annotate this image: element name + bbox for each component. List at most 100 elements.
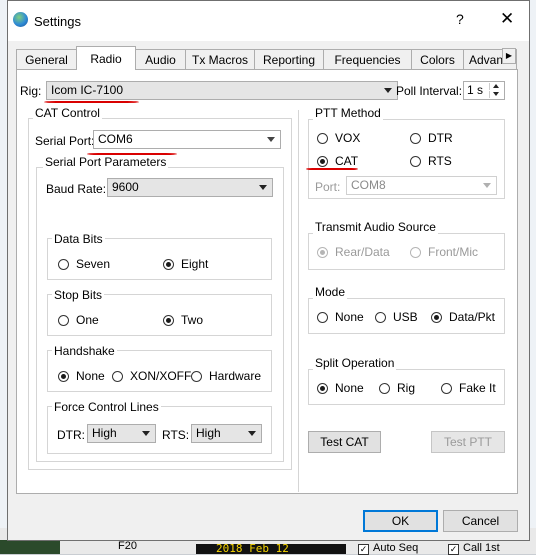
ptt-port-select[interactable]: COM8 bbox=[346, 176, 497, 195]
ptt-vox-radio[interactable]: VOX bbox=[317, 131, 360, 145]
spin-up-icon[interactable] bbox=[489, 83, 503, 90]
radio-label: Hardware bbox=[209, 369, 262, 383]
radio-label: RTS bbox=[428, 154, 452, 168]
background-f20-label: F20 bbox=[118, 540, 137, 552]
chevron-down-icon bbox=[259, 185, 267, 190]
split-title: Split Operation bbox=[313, 356, 397, 370]
tx-audio-front-radio[interactable]: Front/Mic bbox=[410, 245, 478, 259]
radio-label: VOX bbox=[335, 131, 361, 145]
radio-label: Rear/Data bbox=[335, 245, 390, 259]
tab-reporting[interactable]: Reporting bbox=[254, 49, 324, 69]
annotation-underline-ptt bbox=[306, 168, 358, 170]
radio-label: Fake It bbox=[459, 381, 496, 395]
radio-label: None bbox=[76, 369, 105, 383]
mode-none-radio[interactable]: None bbox=[317, 310, 364, 324]
ptt-port-label: Port: bbox=[315, 180, 341, 194]
ptt-dtr-radio[interactable]: DTR bbox=[410, 131, 453, 145]
poll-interval-value: 1 s bbox=[467, 83, 484, 97]
cat-control-title: CAT Control bbox=[33, 106, 102, 120]
stop-bits-one-radio[interactable]: One bbox=[58, 313, 99, 327]
tab-frequencies[interactable]: Frequencies bbox=[323, 49, 412, 69]
radio-label: Front/Mic bbox=[428, 245, 479, 259]
tx-audio-rear-radio[interactable]: Rear/Data bbox=[317, 245, 390, 259]
test-ptt-button[interactable]: Test PTT bbox=[431, 431, 505, 453]
title-bar: Settings ? ✕ bbox=[8, 1, 529, 41]
ok-button[interactable]: OK bbox=[363, 510, 438, 532]
tab-general[interactable]: General bbox=[16, 49, 77, 69]
chevron-down-icon bbox=[384, 88, 392, 93]
close-icon[interactable]: ✕ bbox=[500, 9, 514, 29]
data-bits-title: Data Bits bbox=[52, 232, 105, 246]
radio-label: Two bbox=[181, 313, 204, 327]
chevron-down-icon bbox=[248, 431, 256, 436]
handshake-hardware-radio[interactable]: Hardware bbox=[191, 369, 261, 383]
handshake-xonxoff-radio[interactable]: XON/XOFF bbox=[112, 369, 191, 383]
serial-port-value: COM6 bbox=[98, 132, 133, 146]
baud-rate-label: Baud Rate: bbox=[46, 182, 107, 196]
radio-label: One bbox=[76, 313, 99, 327]
spin-down-icon[interactable] bbox=[489, 91, 503, 98]
radio-label: USB bbox=[393, 310, 418, 324]
ptt-method-title: PTT Method bbox=[313, 106, 383, 120]
data-bits-seven-radio[interactable]: Seven bbox=[58, 257, 110, 271]
rig-value: Icom IC-7100 bbox=[51, 83, 124, 97]
ptt-rts-radio[interactable]: RTS bbox=[410, 154, 452, 168]
mode-title: Mode bbox=[313, 285, 348, 299]
background-call-1st-checkbox[interactable]: ✓ Call 1st bbox=[448, 542, 500, 555]
tab-tx-macros[interactable]: Tx Macros bbox=[185, 49, 255, 69]
cancel-button[interactable]: Cancel bbox=[443, 510, 518, 532]
dtr-label: DTR: bbox=[57, 428, 85, 442]
background-waterfall bbox=[0, 540, 60, 554]
chevron-down-icon bbox=[267, 137, 275, 142]
ptt-port-value: COM8 bbox=[351, 178, 386, 192]
baud-rate-value: 9600 bbox=[112, 180, 139, 194]
baud-rate-select[interactable]: 9600 bbox=[107, 178, 273, 197]
background-app-edge-right bbox=[530, 0, 536, 554]
serial-port-select[interactable]: COM6 bbox=[93, 130, 281, 149]
settings-dialog: Settings ? ✕ General Radio Audio Tx Macr… bbox=[7, 0, 530, 541]
background-auto-seq-checkbox[interactable]: ✓ Auto Seq bbox=[358, 542, 418, 555]
tab-audio[interactable]: Audio bbox=[135, 49, 186, 69]
force-control-title: Force Control Lines bbox=[52, 400, 161, 414]
vertical-divider bbox=[298, 110, 299, 492]
tab-scroll-right-icon[interactable]: ▶ bbox=[502, 48, 516, 64]
radio-label: XON/XOFF bbox=[130, 369, 192, 383]
mode-usb-radio[interactable]: USB bbox=[375, 310, 418, 324]
serial-port-label: Serial Port: bbox=[35, 134, 95, 148]
help-button[interactable]: ? bbox=[456, 11, 464, 27]
ptt-cat-radio[interactable]: CAT bbox=[317, 154, 358, 168]
serial-params-title: Serial Port Parameters bbox=[43, 155, 169, 169]
rts-select[interactable]: High bbox=[191, 424, 262, 443]
call-1st-label: Call 1st bbox=[463, 542, 500, 554]
radio-tab-panel: Rig: Icom IC-7100 Poll Interval: 1 s CAT… bbox=[16, 69, 518, 494]
rig-label: Rig: bbox=[20, 84, 42, 98]
rts-label: RTS: bbox=[162, 428, 190, 442]
split-none-radio[interactable]: None bbox=[317, 381, 364, 395]
radio-label: DTR bbox=[428, 131, 453, 145]
split-rig-radio[interactable]: Rig bbox=[379, 381, 415, 395]
tab-colors[interactable]: Colors bbox=[411, 49, 464, 69]
handshake-title: Handshake bbox=[52, 344, 117, 358]
stop-bits-title: Stop Bits bbox=[52, 288, 105, 302]
dialog-title: Settings bbox=[34, 14, 81, 29]
auto-seq-label: Auto Seq bbox=[373, 542, 419, 554]
radio-label: Rig bbox=[397, 381, 416, 395]
dtr-value: High bbox=[92, 426, 117, 440]
poll-interval-spinner[interactable]: 1 s bbox=[463, 81, 505, 100]
radio-label: Seven bbox=[76, 257, 111, 271]
dtr-select[interactable]: High bbox=[87, 424, 156, 443]
rts-value: High bbox=[196, 426, 221, 440]
chevron-down-icon bbox=[483, 183, 491, 188]
chevron-down-icon bbox=[142, 431, 150, 436]
test-cat-button[interactable]: Test CAT bbox=[308, 431, 381, 453]
stop-bits-two-radio[interactable]: Two bbox=[163, 313, 203, 327]
rig-select[interactable]: Icom IC-7100 bbox=[46, 81, 398, 100]
tx-audio-title: Transmit Audio Source bbox=[313, 220, 438, 234]
radio-label: CAT bbox=[335, 154, 359, 168]
handshake-none-radio[interactable]: None bbox=[58, 369, 105, 383]
data-bits-eight-radio[interactable]: Eight bbox=[163, 257, 208, 271]
mode-datapkt-radio[interactable]: Data/Pkt bbox=[431, 310, 495, 324]
split-fake-it-radio[interactable]: Fake It bbox=[441, 381, 496, 395]
background-app-edge bbox=[0, 0, 7, 554]
tab-radio[interactable]: Radio bbox=[76, 46, 136, 70]
